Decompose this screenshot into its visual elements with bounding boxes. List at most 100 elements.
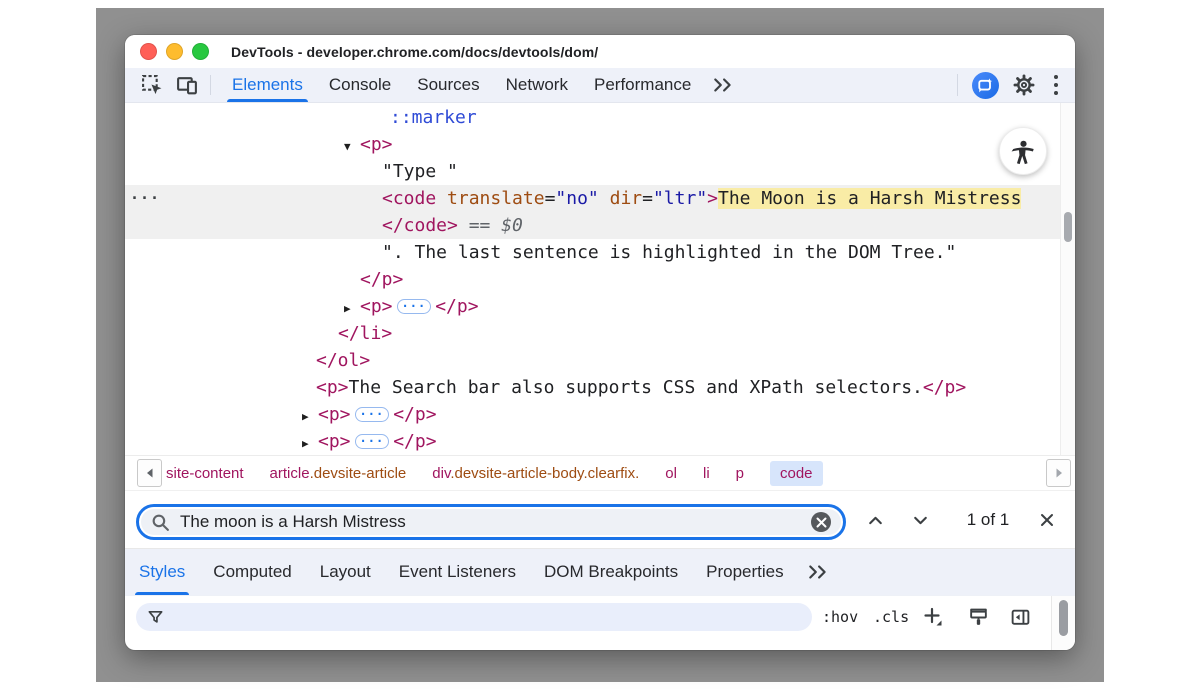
dom-tree-row[interactable]: ···<code translate="no" dir="ltr">The Mo… bbox=[125, 185, 1060, 212]
dom-segment: <p> bbox=[318, 404, 351, 425]
new-style-rule-icon[interactable] bbox=[918, 602, 948, 632]
search-field[interactable] bbox=[136, 504, 846, 540]
dom-tree-row[interactable]: </li> bbox=[125, 320, 1060, 347]
tab-network[interactable]: Network bbox=[493, 68, 581, 102]
settings-gear-icon[interactable] bbox=[1009, 70, 1039, 100]
breadcrumb-classes: .devsite-article bbox=[310, 465, 407, 482]
dom-tree-row[interactable]: "Type " bbox=[125, 158, 1060, 185]
dom-segment: <p> bbox=[316, 377, 349, 398]
device-toolbar-icon[interactable] bbox=[174, 72, 200, 98]
inspect-element-icon[interactable] bbox=[139, 72, 165, 98]
window-title: DevTools - developer.chrome.com/docs/dev… bbox=[231, 44, 598, 60]
breadcrumb-tag: site-content bbox=[166, 465, 244, 482]
dom-segment: </p> bbox=[360, 269, 403, 290]
tab-properties[interactable]: Properties bbox=[692, 549, 797, 595]
dom-tree-row[interactable]: </code> == $0 bbox=[125, 212, 1060, 239]
element-classes-button[interactable]: .cls bbox=[873, 596, 909, 638]
collapse-arrow-icon[interactable]: ▼ bbox=[344, 133, 360, 160]
clear-search-icon[interactable] bbox=[811, 512, 831, 532]
dom-segment: "Type " bbox=[382, 161, 458, 182]
rendering-brush-icon[interactable] bbox=[963, 602, 993, 632]
dom-segment: </li> bbox=[338, 323, 392, 344]
expand-arrow-icon[interactable]: ▶ bbox=[344, 295, 360, 322]
breadcrumb-item-article[interactable]: article.devsite-article bbox=[270, 465, 407, 482]
dom-tree-row[interactable]: ". The last sentence is highlighted in t… bbox=[125, 239, 1060, 266]
dom-segment: </ol> bbox=[316, 350, 370, 371]
next-match-icon[interactable] bbox=[903, 503, 937, 537]
tab-dom-breakpoints[interactable]: DOM Breakpoints bbox=[530, 549, 692, 595]
tab-elements[interactable]: Elements bbox=[219, 68, 316, 102]
expand-arrow-icon[interactable]: ▶ bbox=[302, 403, 318, 430]
dom-tree-row[interactable]: </ol> bbox=[125, 347, 1060, 374]
breadcrumb-item-p[interactable]: p bbox=[736, 465, 744, 482]
previous-match-icon[interactable] bbox=[858, 503, 892, 537]
expand-ellipsis-icon[interactable]: ··· bbox=[355, 407, 390, 422]
dom-segment: </p> bbox=[923, 377, 966, 398]
tab-console[interactable]: Console bbox=[316, 68, 404, 102]
tab-event-listeners[interactable]: Event Listeners bbox=[385, 549, 530, 595]
toolbar-divider bbox=[210, 75, 211, 95]
breadcrumb-item-code[interactable]: code bbox=[770, 461, 823, 486]
toggle-element-state-button[interactable]: :hov bbox=[822, 596, 858, 638]
breadcrumb-tag: li bbox=[703, 465, 710, 482]
minimize-window-button[interactable] bbox=[166, 43, 183, 60]
screenshot-stage: DevTools - developer.chrome.com/docs/dev… bbox=[0, 0, 1200, 690]
breadcrumb-item-site-content[interactable]: site-content bbox=[166, 465, 244, 482]
accessibility-icon[interactable] bbox=[999, 127, 1047, 175]
search-input[interactable] bbox=[180, 512, 811, 532]
search-match-text: The Moon is a Harsh Mistress bbox=[718, 188, 1021, 209]
more-tabs-icon[interactable] bbox=[708, 72, 738, 98]
dom-tree-row[interactable]: </p> bbox=[125, 266, 1060, 293]
dom-tree-row[interactable]: ▶<p>···</p> bbox=[125, 293, 1060, 320]
kebab-menu-icon[interactable] bbox=[1045, 70, 1067, 100]
breadcrumb: site-contentarticle.devsite-articlediv.d… bbox=[125, 455, 1075, 490]
dom-tree-row[interactable]: ▶<p>···</p> bbox=[125, 428, 1060, 455]
dom-segment: "ltr" bbox=[653, 188, 707, 209]
dom-tree-row[interactable]: ▼<p> bbox=[125, 131, 1060, 158]
expand-arrow-icon[interactable]: ▶ bbox=[302, 430, 318, 455]
tab-sources[interactable]: Sources bbox=[404, 68, 492, 102]
dom-scrollbar-thumb[interactable] bbox=[1064, 212, 1072, 242]
breadcrumb-item-div[interactable]: div.devsite-article-body.clearfix. bbox=[432, 465, 639, 482]
dom-tree-row[interactable]: ▶<p> ···</p> bbox=[125, 401, 1060, 428]
close-search-icon[interactable] bbox=[1030, 503, 1064, 537]
dom-tree-row[interactable]: <p>The Search bar also supports CSS and … bbox=[125, 374, 1060, 401]
dom-segment: <p> bbox=[318, 431, 351, 452]
breadcrumb-tag: code bbox=[780, 465, 813, 482]
toolbar-divider bbox=[957, 74, 958, 96]
dom-segment: </p> bbox=[435, 296, 478, 317]
breadcrumb-list: site-contentarticle.devsite-articlediv.d… bbox=[166, 461, 841, 486]
dom-segment: </code> bbox=[382, 215, 458, 236]
dom-segment: </p> bbox=[393, 404, 436, 425]
title-bar: DevTools - developer.chrome.com/docs/dev… bbox=[125, 35, 1075, 68]
node-overflow-hint: ··· bbox=[130, 185, 160, 212]
dom-segment: <p> bbox=[360, 134, 393, 155]
expand-ellipsis-icon[interactable]: ··· bbox=[355, 434, 390, 449]
styles-filter-input[interactable] bbox=[172, 609, 800, 626]
breadcrumb-item-li[interactable]: li bbox=[703, 465, 710, 482]
styles-filter-field[interactable] bbox=[136, 603, 812, 631]
breadcrumb-scroll-left-icon[interactable] bbox=[137, 459, 162, 487]
devtools-toolbar: ElementsConsoleSourcesNetworkPerformance bbox=[125, 68, 1075, 103]
dom-segment: <code bbox=[382, 188, 436, 209]
breadcrumb-tag: div bbox=[432, 465, 450, 482]
breadcrumb-scroll-right-icon[interactable] bbox=[1046, 459, 1071, 487]
toggle-sidebar-icon[interactable] bbox=[1005, 602, 1035, 632]
dom-segment: dir bbox=[599, 188, 642, 209]
dom-tree-row[interactable]: ::marker bbox=[125, 104, 1060, 131]
styles-scrollbar-thumb[interactable] bbox=[1059, 600, 1068, 636]
expand-ellipsis-icon[interactable]: ··· bbox=[397, 299, 432, 314]
tab-performance[interactable]: Performance bbox=[581, 68, 704, 102]
tab-layout[interactable]: Layout bbox=[306, 549, 385, 595]
breadcrumb-item-ol[interactable]: ol bbox=[665, 465, 677, 482]
tab-computed[interactable]: Computed bbox=[199, 549, 305, 595]
zoom-window-button[interactable] bbox=[192, 43, 209, 60]
more-sidebar-tabs-icon[interactable] bbox=[802, 559, 834, 585]
close-window-button[interactable] bbox=[140, 43, 157, 60]
breadcrumb-tag: article bbox=[270, 465, 310, 482]
tab-styles[interactable]: Styles bbox=[125, 549, 199, 595]
dom-scrollbar-track[interactable] bbox=[1060, 103, 1075, 455]
ai-assistant-icon[interactable] bbox=[972, 72, 999, 99]
dom-segment: > bbox=[707, 188, 718, 209]
dom-tree: ::marker▼<p>"Type "···<code translate="n… bbox=[125, 103, 1075, 455]
